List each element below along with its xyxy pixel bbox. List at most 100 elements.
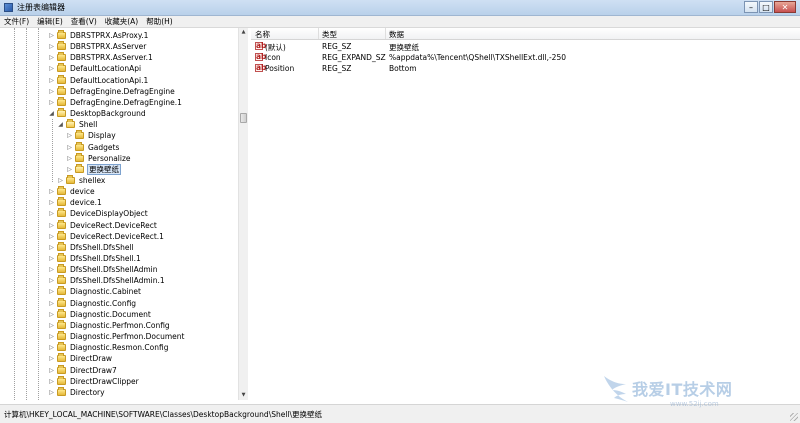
tree-key-24[interactable]: ▷ Diagnostic.Config bbox=[48, 297, 137, 309]
scroll-down-arrow-icon[interactable]: ▼ bbox=[239, 391, 248, 400]
tree-key-9[interactable]: ▷ Display bbox=[66, 130, 117, 141]
menu-file[interactable]: 文件(F) bbox=[0, 16, 33, 27]
tree-key-17[interactable]: ▷ DeviceRect.DeviceRect bbox=[48, 219, 158, 231]
expand-arrow-icon[interactable]: ▷ bbox=[48, 311, 55, 318]
expand-arrow-icon[interactable]: ▷ bbox=[48, 322, 55, 329]
value-row[interactable]: ab (默认) REG_SZ 更换壁纸 bbox=[251, 41, 800, 52]
expand-arrow-icon[interactable]: ▷ bbox=[48, 288, 55, 295]
expand-arrow-icon[interactable]: ▷ bbox=[48, 99, 55, 106]
expand-arrow-icon[interactable]: ▷ bbox=[66, 166, 73, 173]
scroll-up-arrow-icon[interactable]: ▲ bbox=[239, 28, 248, 37]
tree-key-32[interactable]: ▷ Directory bbox=[48, 386, 106, 398]
scroll-thumb[interactable] bbox=[240, 113, 247, 123]
close-button[interactable]: ✕ bbox=[774, 1, 796, 13]
folder-icon bbox=[57, 319, 66, 329]
expand-arrow-icon[interactable]: ▷ bbox=[48, 333, 55, 340]
folder-icon bbox=[57, 74, 66, 84]
tree-key-20[interactable]: ▷ DfsShell.DfsShell.1 bbox=[48, 253, 142, 264]
value-row[interactable]: ab Position REG_SZ Bottom bbox=[251, 63, 800, 74]
tree-key-12[interactable]: ▷ 更换壁纸 bbox=[66, 163, 121, 175]
expand-arrow-icon[interactable]: ▷ bbox=[48, 300, 55, 307]
collapse-arrow-icon[interactable]: ◢ bbox=[48, 110, 55, 117]
expand-arrow-icon[interactable]: ▷ bbox=[48, 88, 55, 95]
tree-key-11[interactable]: ▷ Personalize bbox=[66, 152, 132, 164]
tree-key-10[interactable]: ▷ Gadgets bbox=[66, 141, 120, 153]
expand-arrow-icon[interactable]: ▷ bbox=[48, 355, 55, 362]
tree-key-19[interactable]: ▷ DfsShell.DfsShell bbox=[48, 241, 135, 253]
tree-key-1[interactable]: ▷ DBRSTPRX.AsServer bbox=[48, 41, 147, 52]
expand-arrow-icon[interactable]: ▷ bbox=[66, 144, 73, 151]
tree-key-26[interactable]: ▷ Diagnostic.Perfmon.Config bbox=[48, 319, 171, 331]
tree-key-15[interactable]: ▷ device.1 bbox=[48, 197, 103, 208]
folder-icon bbox=[75, 152, 84, 162]
maximize-button[interactable]: □ bbox=[759, 1, 773, 13]
tree-key-0[interactable]: ▷ DBRSTPRX.AsProxy.1 bbox=[48, 30, 149, 41]
tree-vertical-scrollbar[interactable]: ▲ ▼ bbox=[238, 28, 248, 400]
tree-key-31[interactable]: ▷ DirectDrawClipper bbox=[48, 375, 140, 387]
minimize-button[interactable]: – bbox=[744, 1, 758, 13]
column-header-data[interactable]: 数据 bbox=[389, 29, 404, 40]
expand-arrow-icon[interactable]: ▷ bbox=[48, 210, 55, 217]
tree-key-label: Shell bbox=[79, 120, 98, 130]
expand-arrow-icon[interactable]: ▷ bbox=[57, 177, 64, 184]
folder-icon bbox=[57, 375, 66, 385]
tree-key-label: DeviceRect.DeviceRect bbox=[70, 220, 157, 230]
tree-key-21[interactable]: ▷ DfsShell.DfsShellAdmin bbox=[48, 264, 159, 275]
expand-arrow-icon[interactable]: ▷ bbox=[48, 77, 55, 84]
expand-arrow-icon[interactable]: ▷ bbox=[48, 188, 55, 195]
tree-key-label: Directory bbox=[70, 387, 105, 397]
expand-arrow-icon[interactable]: ▷ bbox=[66, 132, 73, 139]
tree-key-27[interactable]: ▷ Diagnostic.Perfmon.Document bbox=[48, 331, 185, 342]
value-row[interactable]: ab Icon REG_EXPAND_SZ %appdata%\Tencent\QSh… bbox=[251, 52, 800, 63]
tree-key-label: DeviceDisplayObject bbox=[70, 209, 148, 219]
expand-arrow-icon[interactable]: ▷ bbox=[48, 255, 55, 262]
tree-key-label: DefaultLocationApi.1 bbox=[70, 75, 149, 85]
tree-key-6[interactable]: ▷ DefragEngine.DefragEngine.1 bbox=[48, 96, 183, 108]
resize-grip-icon[interactable] bbox=[790, 413, 798, 421]
expand-arrow-icon[interactable]: ▷ bbox=[48, 344, 55, 351]
menu-edit[interactable]: 编辑(E) bbox=[33, 16, 67, 27]
tree-key-14[interactable]: ▷ device bbox=[48, 186, 96, 197]
tree-key-23[interactable]: ▷ Diagnostic.Cabinet bbox=[48, 286, 142, 297]
column-header-type[interactable]: 类型 bbox=[322, 29, 337, 40]
tree-key-7[interactable]: ◢ DesktopBackground bbox=[48, 108, 147, 119]
tree-key-3[interactable]: ▷ DefaultLocationApi bbox=[48, 63, 142, 74]
menu-favorites[interactable]: 收藏夹(A) bbox=[101, 16, 142, 27]
expand-arrow-icon[interactable]: ▷ bbox=[48, 222, 55, 229]
expand-arrow-icon[interactable]: ▷ bbox=[66, 155, 73, 162]
value-name: Icon bbox=[265, 53, 281, 63]
tree-key-13[interactable]: ▷ shellex bbox=[57, 174, 106, 186]
value-type: REG_SZ bbox=[322, 42, 352, 51]
expand-arrow-icon[interactable]: ▷ bbox=[48, 266, 55, 273]
tree-key-18[interactable]: ▷ DeviceRect.DeviceRect.1 bbox=[48, 230, 165, 242]
expand-arrow-icon[interactable]: ▷ bbox=[48, 389, 55, 396]
tree-key-5[interactable]: ▷ DefragEngine.DefragEngine bbox=[48, 85, 176, 97]
expand-arrow-icon[interactable]: ▷ bbox=[48, 43, 55, 50]
tree-key-label: DfsShell.DfsShellAdmin bbox=[70, 265, 158, 275]
expand-arrow-icon[interactable]: ▷ bbox=[48, 233, 55, 240]
folder-icon bbox=[57, 41, 66, 51]
expand-arrow-icon[interactable]: ▷ bbox=[48, 65, 55, 72]
column-header-name[interactable]: 名称 bbox=[255, 29, 270, 40]
menu-help[interactable]: 帮助(H) bbox=[142, 16, 177, 27]
collapse-arrow-icon[interactable]: ◢ bbox=[57, 121, 64, 128]
tree-key-16[interactable]: ▷ DeviceDisplayObject bbox=[48, 208, 149, 219]
tree-key-30[interactable]: ▷ DirectDraw7 bbox=[48, 364, 118, 376]
tree-key-4[interactable]: ▷ DefaultLocationApi.1 bbox=[48, 74, 149, 86]
tree-key-28[interactable]: ▷ Diagnostic.Resmon.Config bbox=[48, 342, 170, 353]
expand-arrow-icon[interactable]: ▷ bbox=[48, 244, 55, 251]
tree-key-label: device.1 bbox=[70, 198, 102, 208]
expand-arrow-icon[interactable]: ▷ bbox=[48, 199, 55, 206]
expand-arrow-icon[interactable]: ▷ bbox=[48, 378, 55, 385]
tree-key-25[interactable]: ▷ Diagnostic.Document bbox=[48, 308, 152, 320]
expand-arrow-icon[interactable]: ▷ bbox=[48, 277, 55, 284]
expand-arrow-icon[interactable]: ▷ bbox=[48, 32, 55, 39]
menu-view[interactable]: 查看(V) bbox=[67, 16, 101, 27]
tree-key-29[interactable]: ▷ DirectDraw bbox=[48, 353, 113, 364]
tree-key-22[interactable]: ▷ DfsShell.DfsShellAdmin.1 bbox=[48, 275, 166, 286]
registry-key-tree[interactable]: ▷ DBRSTPRX.AsProxy.1 ▷ DBRSTPRX.AsServer ▷ DB… bbox=[4, 28, 239, 400]
expand-arrow-icon[interactable]: ▷ bbox=[48, 367, 55, 374]
expand-arrow-icon[interactable]: ▷ bbox=[48, 54, 55, 61]
tree-key-2[interactable]: ▷ DBRSTPRX.AsServer.1 bbox=[48, 52, 154, 63]
tree-key-8[interactable]: ◢ Shell bbox=[57, 119, 98, 130]
